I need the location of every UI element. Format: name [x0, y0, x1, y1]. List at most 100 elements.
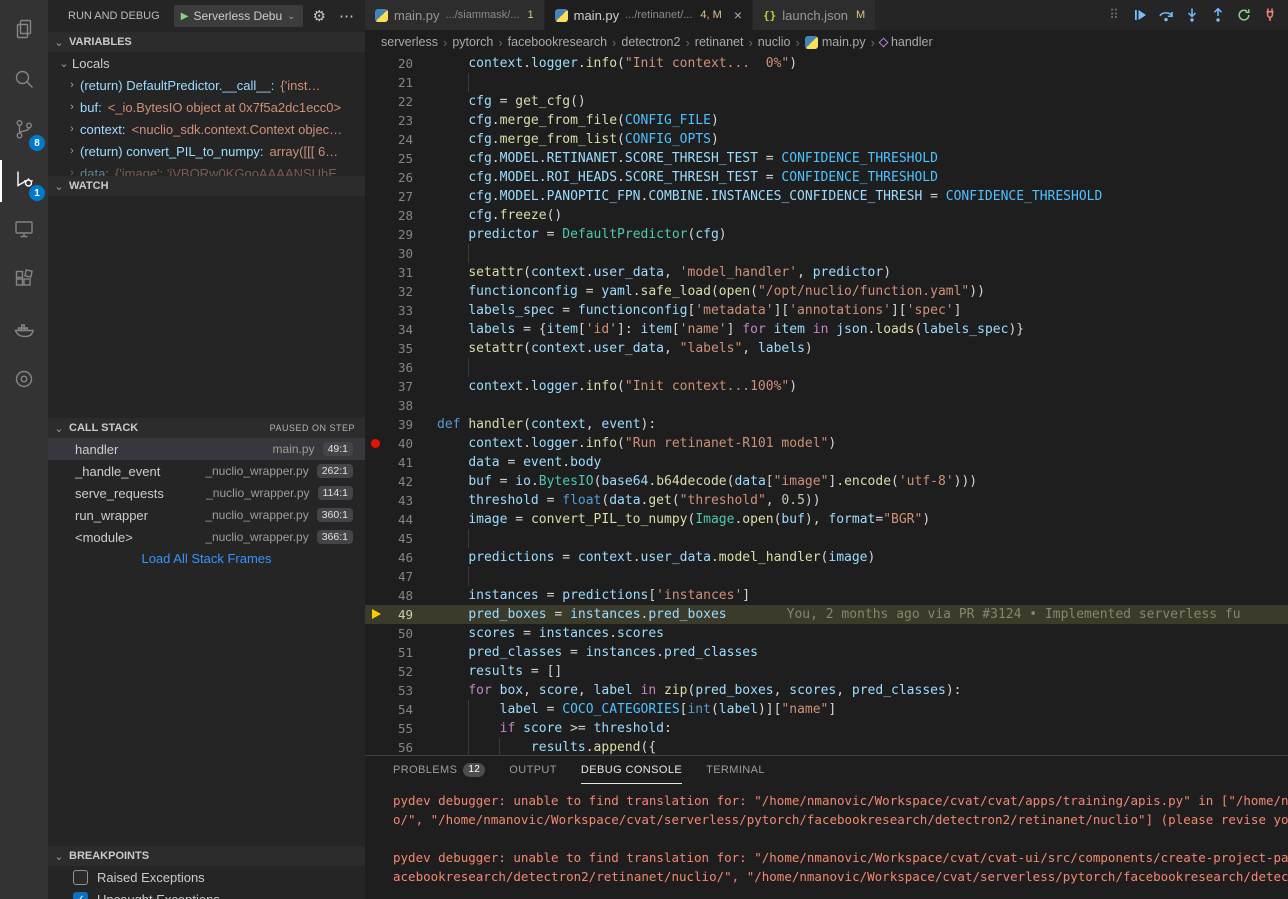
- line-number[interactable]: 47: [387, 567, 413, 586]
- gutter-glyph[interactable]: [365, 586, 387, 605]
- code-line-30[interactable]: 30: [365, 244, 1288, 263]
- close-icon[interactable]: ×: [734, 8, 742, 22]
- code-text[interactable]: results = []: [437, 662, 562, 681]
- stack-frame-handler[interactable]: handlermain.py49:1: [48, 438, 365, 460]
- breadcrumb-item-pytorch[interactable]: pytorch: [452, 35, 493, 49]
- step-into-button[interactable]: [1180, 3, 1204, 27]
- variables-section-header[interactable]: ⌄ VARIABLES: [48, 32, 365, 52]
- call-stack-section-header[interactable]: ⌄ CALL STACK PAUSED ON STEP: [48, 418, 365, 438]
- gutter-glyph[interactable]: [365, 92, 387, 111]
- line-number[interactable]: 30: [387, 244, 413, 263]
- breadcrumb-item-retinanet[interactable]: retinanet: [695, 35, 744, 49]
- code-text[interactable]: predictor = DefaultPredictor(cfg): [437, 225, 727, 244]
- activity-remote-explorer[interactable]: [0, 206, 48, 256]
- code-text[interactable]: pred_classes = instances.pred_classes: [437, 643, 758, 662]
- line-number[interactable]: 22: [387, 92, 413, 111]
- line-number[interactable]: 46: [387, 548, 413, 567]
- gutter-glyph[interactable]: [365, 320, 387, 339]
- stack-frame-serve_requests[interactable]: serve_requests_nuclio_wrapper.py114:1: [48, 482, 365, 504]
- line-number[interactable]: 26: [387, 168, 413, 187]
- gutter-glyph[interactable]: [365, 130, 387, 149]
- gutter-glyph[interactable]: [365, 624, 387, 643]
- line-number[interactable]: 40: [387, 434, 413, 453]
- line-number[interactable]: 27: [387, 187, 413, 206]
- editor-tab-0[interactable]: main.py.../siammask/...1: [365, 0, 545, 30]
- scope-locals[interactable]: ⌄ Locals: [48, 52, 365, 74]
- gutter-glyph[interactable]: [365, 548, 387, 567]
- activity-source-control[interactable]: 8: [0, 106, 48, 156]
- code-text[interactable]: functionconfig = yaml.safe_load(open("/o…: [437, 282, 985, 301]
- disconnect-button[interactable]: [1258, 3, 1282, 27]
- chevron-right-icon[interactable]: ›: [64, 145, 80, 157]
- breakpoints-section-header[interactable]: ⌄ BREAKPOINTS: [48, 846, 365, 866]
- gutter-glyph[interactable]: [365, 529, 387, 548]
- code-text[interactable]: setattr(context.user_data, 'model_handle…: [437, 263, 891, 282]
- code-line-47[interactable]: 47: [365, 567, 1288, 586]
- code-line-44[interactable]: 44 image = convert_PIL_to_numpy(Image.op…: [365, 510, 1288, 529]
- activity-explorer[interactable]: [0, 6, 48, 56]
- chevron-right-icon[interactable]: ›: [64, 123, 80, 135]
- continue-button[interactable]: [1128, 3, 1152, 27]
- code-line-33[interactable]: 33 labels_spec = functionconfig['metadat…: [365, 301, 1288, 320]
- start-debugging-icon[interactable]: ▶: [181, 11, 189, 22]
- code-line-23[interactable]: 23 cfg.merge_from_file(CONFIG_FILE): [365, 111, 1288, 130]
- line-number[interactable]: 39: [387, 415, 413, 434]
- editor-tab-2[interactable]: {}launch.jsonM: [753, 0, 876, 30]
- code-line-34[interactable]: 34 labels = {item['id']: item['name'] fo…: [365, 320, 1288, 339]
- code-line-55[interactable]: 55 if score >= threshold:: [365, 719, 1288, 738]
- line-number[interactable]: 21: [387, 73, 413, 92]
- gutter-glyph[interactable]: [365, 149, 387, 168]
- checkbox[interactable]: [73, 870, 88, 885]
- code-text[interactable]: if score >= threshold:: [437, 719, 672, 738]
- line-number[interactable]: 34: [387, 320, 413, 339]
- code-line-45[interactable]: 45: [365, 529, 1288, 548]
- line-number[interactable]: 33: [387, 301, 413, 320]
- debug-config-dropdown[interactable]: ▶ Serverless Debu ⌄: [174, 5, 303, 27]
- stack-frame-run_wrapper[interactable]: run_wrapper_nuclio_wrapper.py360:1: [48, 504, 365, 526]
- panel-tab-problems[interactable]: PROBLEMS12: [393, 756, 485, 784]
- code-line-29[interactable]: 29 predictor = DefaultPredictor(cfg): [365, 225, 1288, 244]
- activity-extensions[interactable]: [0, 256, 48, 306]
- gutter-glyph[interactable]: [365, 681, 387, 700]
- code-text[interactable]: image = convert_PIL_to_numpy(Image.open(…: [437, 510, 930, 529]
- code-line-46[interactable]: 46 predictions = context.user_data.model…: [365, 548, 1288, 567]
- line-number[interactable]: 56: [387, 738, 413, 755]
- code-text[interactable]: context.logger.info("Init context...100%…: [437, 377, 797, 396]
- gutter-glyph[interactable]: [365, 244, 387, 263]
- code-line-25[interactable]: 25 cfg.MODEL.RETINANET.SCORE_THRESH_TEST…: [365, 149, 1288, 168]
- code-text[interactable]: cfg.MODEL.PANOPTIC_FPN.COMBINE.INSTANCES…: [437, 187, 1102, 206]
- code-line-24[interactable]: 24 cfg.merge_from_list(CONFIG_OPTS): [365, 130, 1288, 149]
- code-line-39[interactable]: 39def handler(context, event):: [365, 415, 1288, 434]
- code-text[interactable]: results.append({: [437, 738, 656, 755]
- line-number[interactable]: 20: [387, 54, 413, 73]
- line-number[interactable]: 49: [387, 605, 413, 624]
- gutter-glyph[interactable]: [365, 282, 387, 301]
- code-line-41[interactable]: 41 data = event.body: [365, 453, 1288, 472]
- activity-search[interactable]: [0, 56, 48, 106]
- code-text[interactable]: context.logger.info("Init context... 0%"…: [437, 54, 797, 73]
- toolbar-gripper-icon[interactable]: ⠿: [1102, 3, 1126, 27]
- line-number[interactable]: 48: [387, 586, 413, 605]
- stack-frame-_handle_event[interactable]: _handle_event_nuclio_wrapper.py262:1: [48, 460, 365, 482]
- code-text[interactable]: context.logger.info("Run retinanet-R101 …: [437, 434, 836, 453]
- gutter-glyph[interactable]: [365, 700, 387, 719]
- code-line-52[interactable]: 52 results = []: [365, 662, 1288, 681]
- line-number[interactable]: 36: [387, 358, 413, 377]
- line-number[interactable]: 25: [387, 149, 413, 168]
- gear-icon[interactable]: ⚙: [310, 7, 329, 25]
- code-line-56[interactable]: 56 results.append({: [365, 738, 1288, 755]
- gutter-glyph[interactable]: [365, 377, 387, 396]
- gutter-glyph[interactable]: [365, 738, 387, 755]
- panel-tab-debug-console[interactable]: DEBUG CONSOLE: [581, 756, 682, 784]
- gutter-glyph[interactable]: [365, 415, 387, 434]
- line-number[interactable]: 38: [387, 396, 413, 415]
- line-number[interactable]: 42: [387, 472, 413, 491]
- code-text[interactable]: cfg.merge_from_list(CONFIG_OPTS): [437, 130, 719, 149]
- line-number[interactable]: 32: [387, 282, 413, 301]
- breadcrumb-item-main.py[interactable]: main.py: [805, 35, 866, 49]
- code-line-31[interactable]: 31 setattr(context.user_data, 'model_han…: [365, 263, 1288, 282]
- code-text[interactable]: labels_spec = functionconfig['metadata']…: [437, 301, 961, 320]
- breadcrumb-item-facebookresearch[interactable]: facebookresearch: [508, 35, 607, 49]
- gutter-glyph[interactable]: [365, 662, 387, 681]
- variable-row-0[interactable]: ›(return) DefaultPredictor.__call__:{'in…: [48, 74, 365, 96]
